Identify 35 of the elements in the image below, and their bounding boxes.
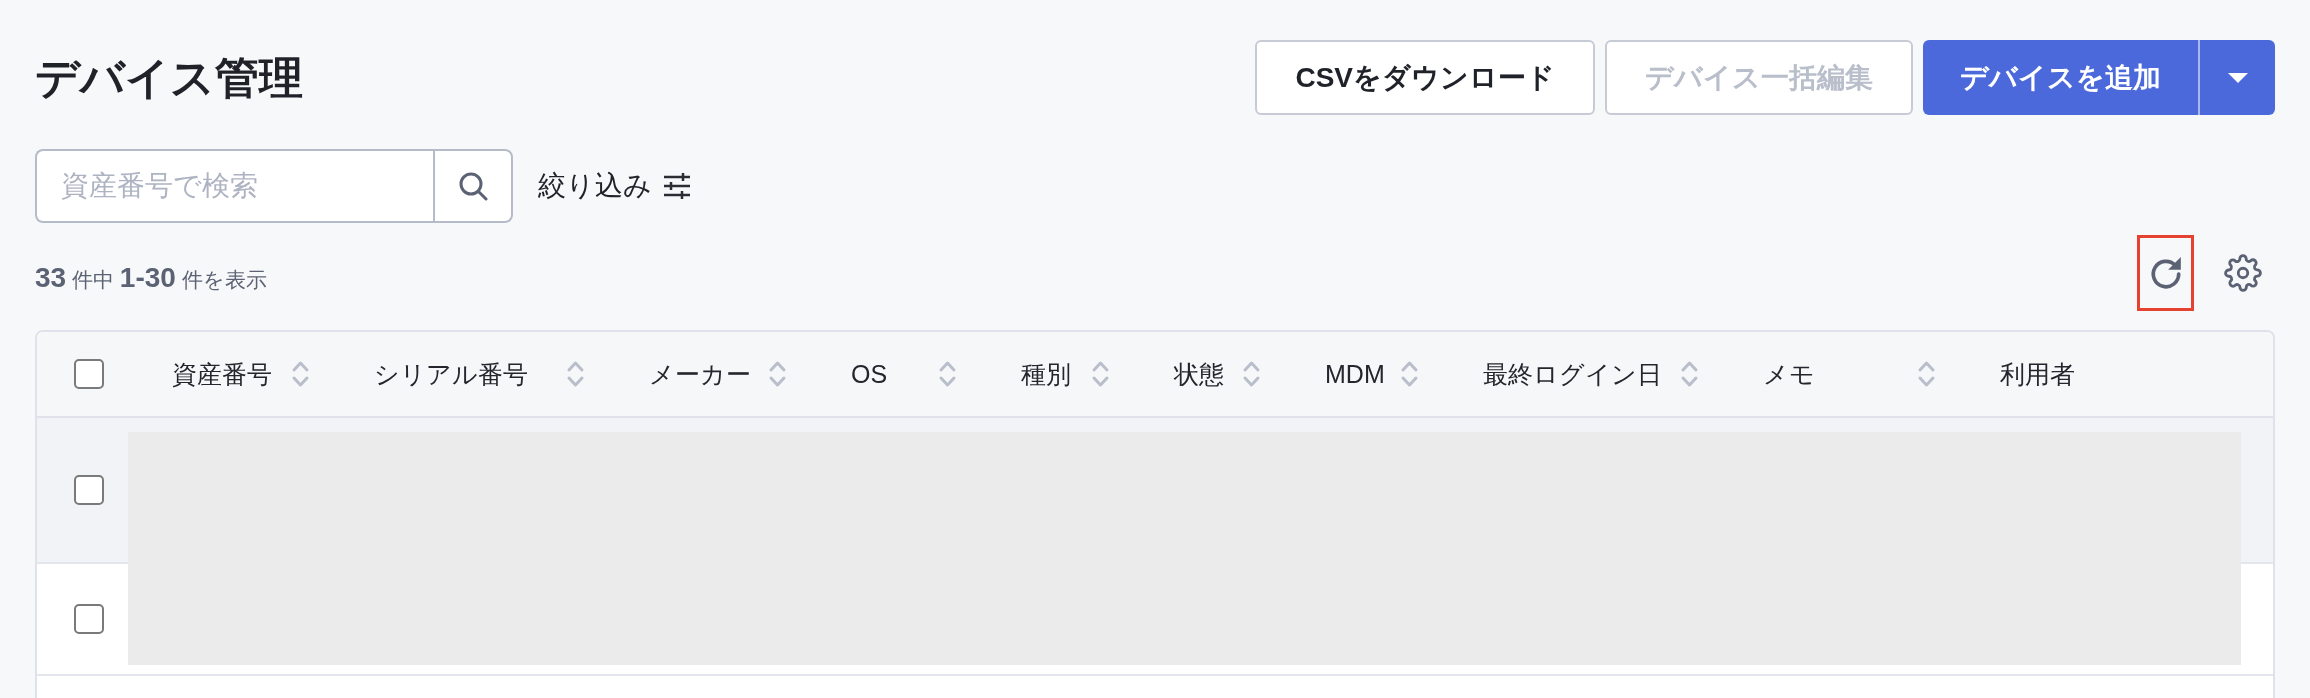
sort-icon[interactable] (1091, 359, 1110, 389)
checkbox[interactable] (73, 475, 104, 505)
sort-icon[interactable] (291, 359, 310, 389)
column-header[interactable]: メモ (1763, 361, 1815, 387)
add-device-button[interactable]: デバイスを追加 (1923, 40, 2198, 115)
filter-button[interactable]: 絞り込み (538, 165, 691, 207)
sliders-icon (663, 172, 691, 200)
sort-icon[interactable] (768, 359, 787, 389)
column-header[interactable]: OS (851, 361, 888, 387)
sort-icon[interactable] (1680, 359, 1699, 389)
search-icon (458, 171, 488, 201)
page-title: デバイス管理 (35, 55, 303, 100)
sort-icon[interactable] (566, 359, 585, 389)
column-header[interactable]: 状態 (1174, 361, 1224, 387)
menu-button[interactable] (2198, 40, 2275, 115)
sort-icon[interactable] (938, 359, 957, 389)
sort-icon[interactable] (1400, 359, 1419, 389)
search-field[interactable]: 資産番号で検索 (35, 149, 433, 223)
column-header[interactable]: 最終ログイン日 (1483, 361, 1662, 387)
settings-icon (2224, 254, 2262, 292)
column-header[interactable]: 資産番号 (172, 361, 272, 387)
checkbox[interactable] (73, 359, 104, 389)
column-header[interactable]: シリアル番号 (374, 361, 528, 387)
sort-icon[interactable] (1242, 359, 1261, 389)
column-header[interactable]: 種別 (1021, 361, 1071, 387)
checkbox[interactable] (73, 604, 104, 634)
caret-icon (2227, 72, 2248, 83)
sort-icon[interactable] (1917, 359, 1936, 389)
settings-button[interactable] (2221, 251, 2265, 295)
search-button[interactable] (433, 149, 513, 223)
column-header[interactable]: メーカー (649, 361, 751, 387)
result-count: 33 件中 1-30 件を表示 (35, 261, 267, 295)
column-header[interactable]: 利用者 (2000, 361, 2075, 387)
download-csv-button[interactable]: CSVをダウンロード (1255, 40, 1595, 115)
column-header[interactable]: MDM (1325, 361, 1385, 387)
